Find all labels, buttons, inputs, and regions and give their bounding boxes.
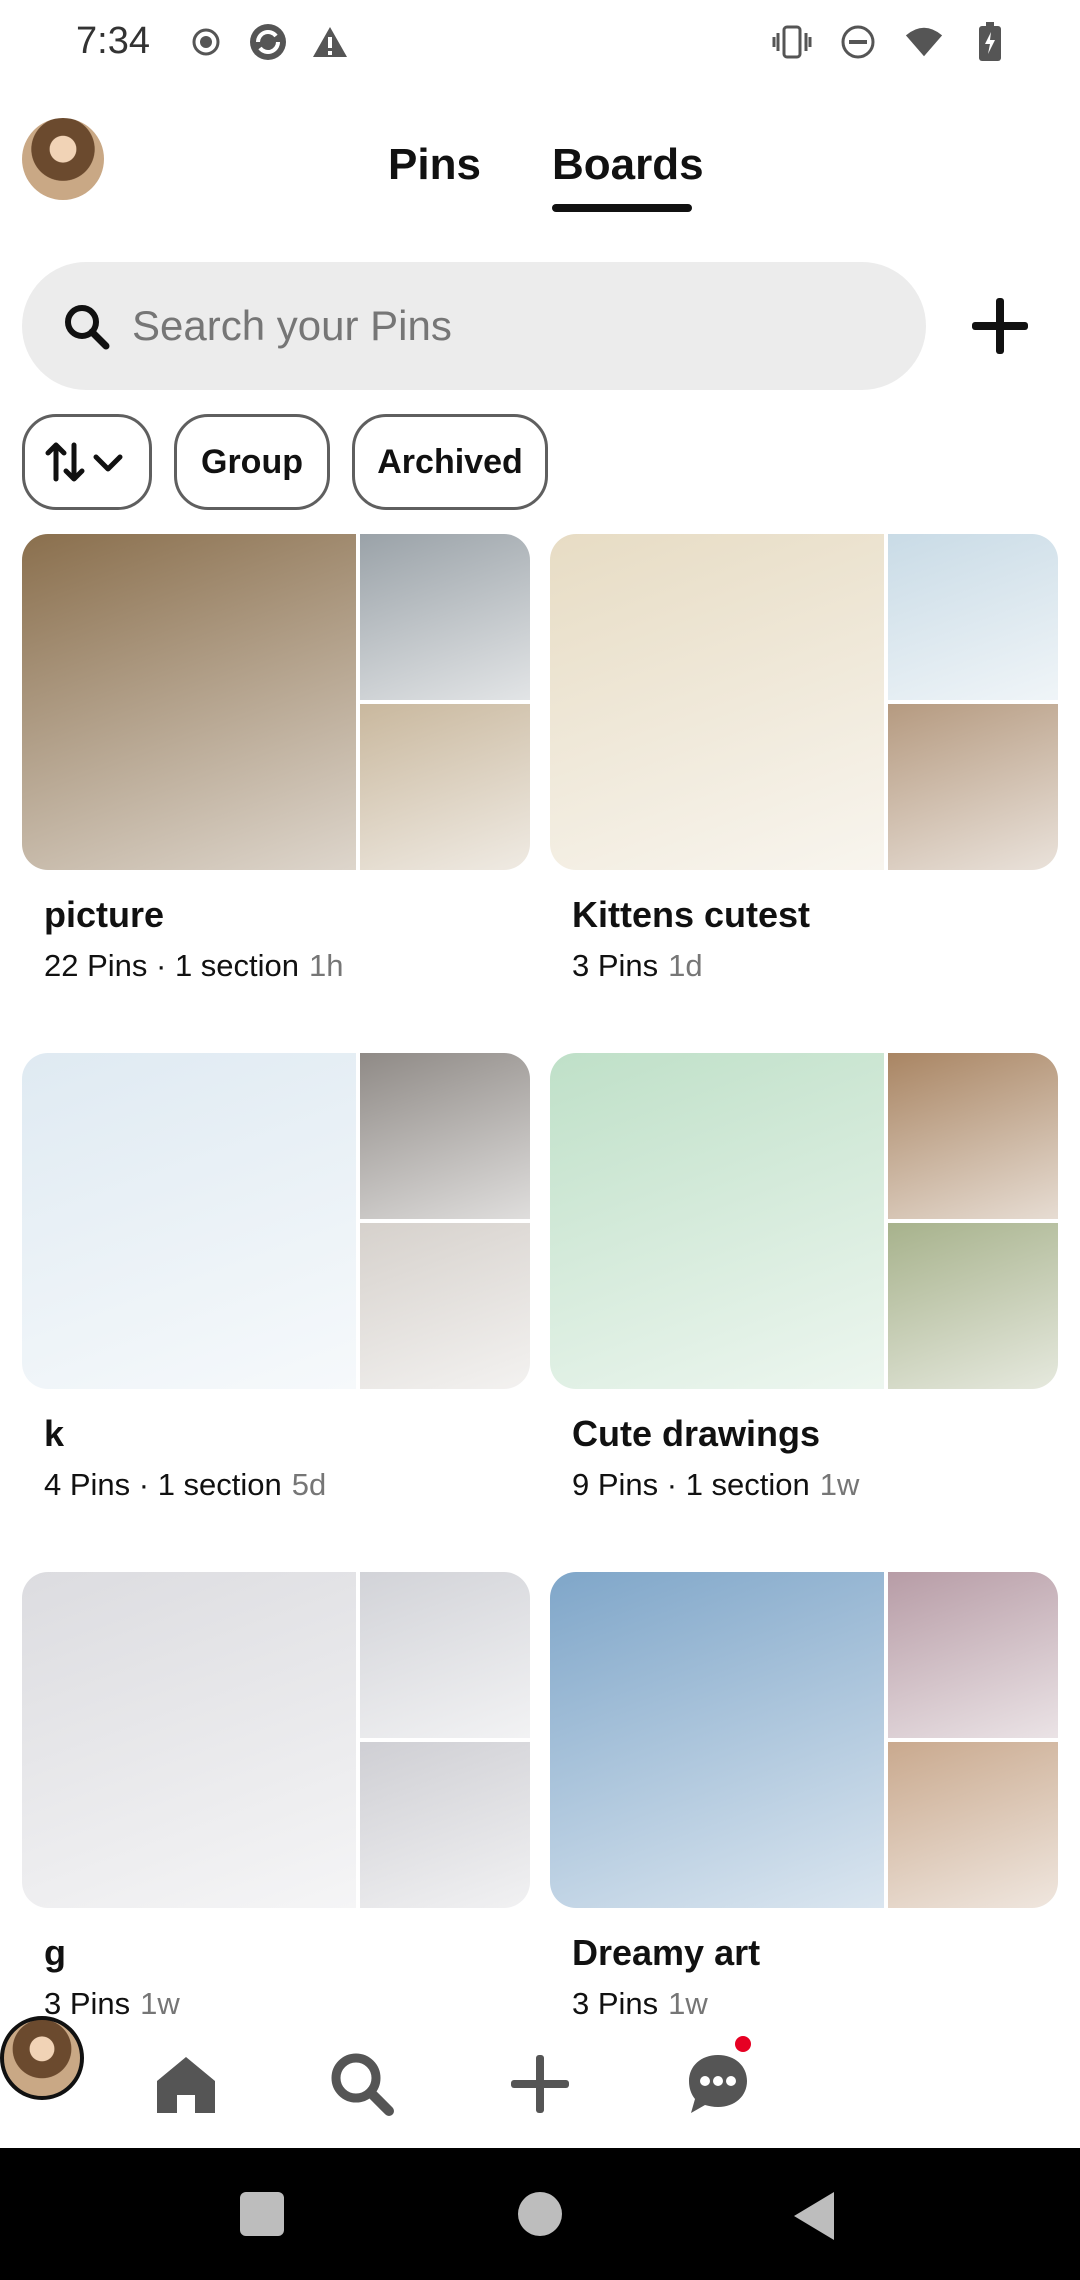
board-side-image <box>888 1572 1058 1738</box>
search-placeholder: Search your Pins <box>132 302 452 349</box>
status-bar: 7:34 <box>0 0 1080 90</box>
plus-icon <box>972 298 1028 354</box>
board-name: g <box>44 1932 66 1973</box>
board-name: Dreamy art <box>572 1932 761 1973</box>
board-collage <box>550 1572 1058 1908</box>
board-side-image <box>888 1053 1058 1219</box>
board-age: 1w <box>819 1467 860 1502</box>
board-collage <box>22 534 530 870</box>
do-not-disturb-icon <box>838 22 878 62</box>
search-icon <box>62 302 112 352</box>
board-collage <box>22 1053 530 1389</box>
board-side-image <box>360 1572 530 1738</box>
board-collage <box>550 534 1058 870</box>
search-icon <box>331 2053 394 2116</box>
active-tab-indicator <box>552 204 692 212</box>
status-left-icons <box>186 22 350 62</box>
sync-icon <box>248 22 288 62</box>
board-collage <box>22 1572 530 1908</box>
notification-dot <box>735 2036 751 2052</box>
board-main-image <box>22 1572 356 1908</box>
home-button[interactable] <box>518 2192 562 2236</box>
recents-button[interactable] <box>240 2192 284 2236</box>
board-meta: 22 Pins · 1 section 1h <box>44 948 344 984</box>
tab-boards[interactable]: Boards <box>552 140 704 190</box>
vibrate-icon <box>772 22 812 62</box>
nav-create[interactable] <box>502 2046 578 2122</box>
board-main-image <box>550 534 884 870</box>
board-main-image <box>550 1053 884 1389</box>
tab-pins[interactable]: Pins <box>388 140 481 190</box>
board-meta: 4 Pins · 1 section 5d <box>44 1467 326 1503</box>
nav-messages[interactable] <box>680 2046 756 2122</box>
plus-icon <box>511 2055 569 2113</box>
board-age: 5d <box>291 1467 327 1502</box>
warning-icon <box>310 22 350 62</box>
add-button[interactable] <box>960 286 1040 366</box>
board-collage <box>550 1053 1058 1389</box>
board-meta: 3 Pins 1d <box>572 948 703 984</box>
nav-profile-avatar[interactable] <box>0 2016 84 2100</box>
board-side-image <box>888 1223 1058 1389</box>
board-pin-count: 4 Pins · 1 section <box>44 1467 282 1502</box>
board-name: k <box>44 1413 65 1454</box>
board-side-image <box>360 534 530 700</box>
board-age: 1h <box>309 948 344 983</box>
sort-filter-button[interactable] <box>22 414 152 510</box>
board-pin-count: 9 Pins · 1 section <box>572 1467 810 1502</box>
board-side-image <box>360 1742 530 1908</box>
archived-filter-button[interactable]: Archived <box>352 414 548 510</box>
status-right-icons <box>772 22 1010 62</box>
chat-icon <box>689 2055 747 2113</box>
battery-icon <box>970 22 1010 62</box>
back-button[interactable] <box>794 2192 834 2240</box>
board-pin-count: 22 Pins · 1 section <box>44 948 300 983</box>
group-filter-button[interactable]: Group <box>174 414 330 510</box>
board-meta: 9 Pins · 1 section 1w <box>572 1467 859 1503</box>
home-icon <box>157 2057 215 2113</box>
board-side-image <box>888 1742 1058 1908</box>
board-name: Cute drawings <box>572 1413 821 1454</box>
bottom-nav <box>0 2016 1080 2146</box>
board-main-image <box>22 1053 356 1389</box>
wifi-icon <box>904 22 944 62</box>
board-main-image <box>22 534 356 870</box>
search-input[interactable]: Search your Pins <box>22 262 926 390</box>
board-side-image <box>888 704 1058 870</box>
sort-icon <box>45 442 123 482</box>
board-side-image <box>360 704 530 870</box>
board-side-image <box>360 1223 530 1389</box>
nav-search[interactable] <box>324 2046 400 2122</box>
board-main-image <box>550 1572 884 1908</box>
board-name: picture <box>44 894 165 935</box>
board-side-image <box>888 534 1058 700</box>
status-time: 7:34 <box>76 20 150 62</box>
board-pin-count: 3 Pins <box>572 948 659 983</box>
nav-home[interactable] <box>148 2046 224 2122</box>
board-name: Kittens cutest <box>572 894 811 935</box>
profile-avatar[interactable] <box>22 118 104 200</box>
record-icon <box>186 22 226 62</box>
system-nav-bar <box>0 2148 1080 2280</box>
board-age: 1d <box>668 948 703 983</box>
board-side-image <box>360 1053 530 1219</box>
